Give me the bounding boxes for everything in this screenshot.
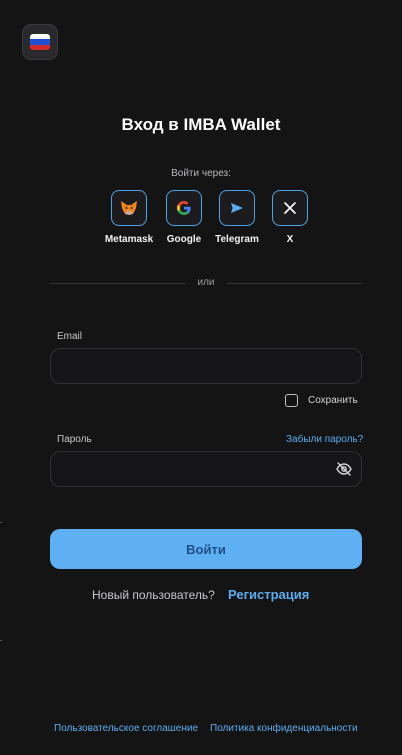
telegram-label: Telegram bbox=[215, 234, 259, 245]
x-login[interactable]: X bbox=[272, 190, 308, 245]
email-field[interactable] bbox=[51, 349, 361, 383]
telegram-login[interactable]: Telegram bbox=[215, 190, 259, 245]
remember-toggle[interactable]: Сохранить bbox=[285, 394, 358, 407]
google-label: Google bbox=[166, 234, 202, 245]
new-user-prompt: Новый пользователь? bbox=[92, 588, 215, 602]
eye-off-icon[interactable] bbox=[336, 462, 352, 476]
x-label: X bbox=[286, 234, 294, 245]
google-icon bbox=[177, 201, 191, 215]
telegram-button[interactable] bbox=[219, 190, 255, 226]
login-button[interactable]: Войти bbox=[50, 529, 362, 569]
google-login[interactable]: Google bbox=[166, 190, 202, 245]
password-field-container bbox=[50, 451, 362, 487]
privacy-link[interactable]: Политика конфиденциальности bbox=[210, 723, 358, 734]
metamask-button[interactable] bbox=[111, 190, 147, 226]
password-label: Пароль bbox=[57, 434, 92, 445]
russia-flag-icon bbox=[30, 34, 50, 50]
forgot-password-link[interactable]: Забыли пароль? bbox=[286, 434, 363, 445]
telegram-icon bbox=[231, 203, 243, 213]
terms-link[interactable]: Пользовательское соглашение bbox=[54, 723, 198, 734]
remember-checkbox[interactable] bbox=[285, 394, 298, 407]
language-button[interactable] bbox=[22, 24, 58, 60]
edge-mark bbox=[0, 522, 2, 523]
x-button[interactable] bbox=[272, 190, 308, 226]
metamask-icon bbox=[121, 201, 137, 215]
page-title: Вход в IMBA Wallet bbox=[121, 115, 281, 134]
google-button[interactable] bbox=[166, 190, 202, 226]
register-link[interactable]: Регистрация bbox=[228, 587, 309, 602]
x-icon bbox=[284, 202, 296, 214]
password-field[interactable] bbox=[51, 452, 361, 486]
email-label: Email bbox=[57, 331, 83, 342]
metamask-login[interactable]: Metamask bbox=[105, 190, 153, 245]
email-field-container bbox=[50, 348, 362, 384]
metamask-label: Metamask bbox=[104, 234, 154, 245]
divider-right bbox=[227, 283, 362, 284]
remember-label: Сохранить bbox=[308, 395, 358, 406]
login-via-label: Войти через: bbox=[171, 168, 231, 179]
edge-mark bbox=[0, 640, 2, 641]
